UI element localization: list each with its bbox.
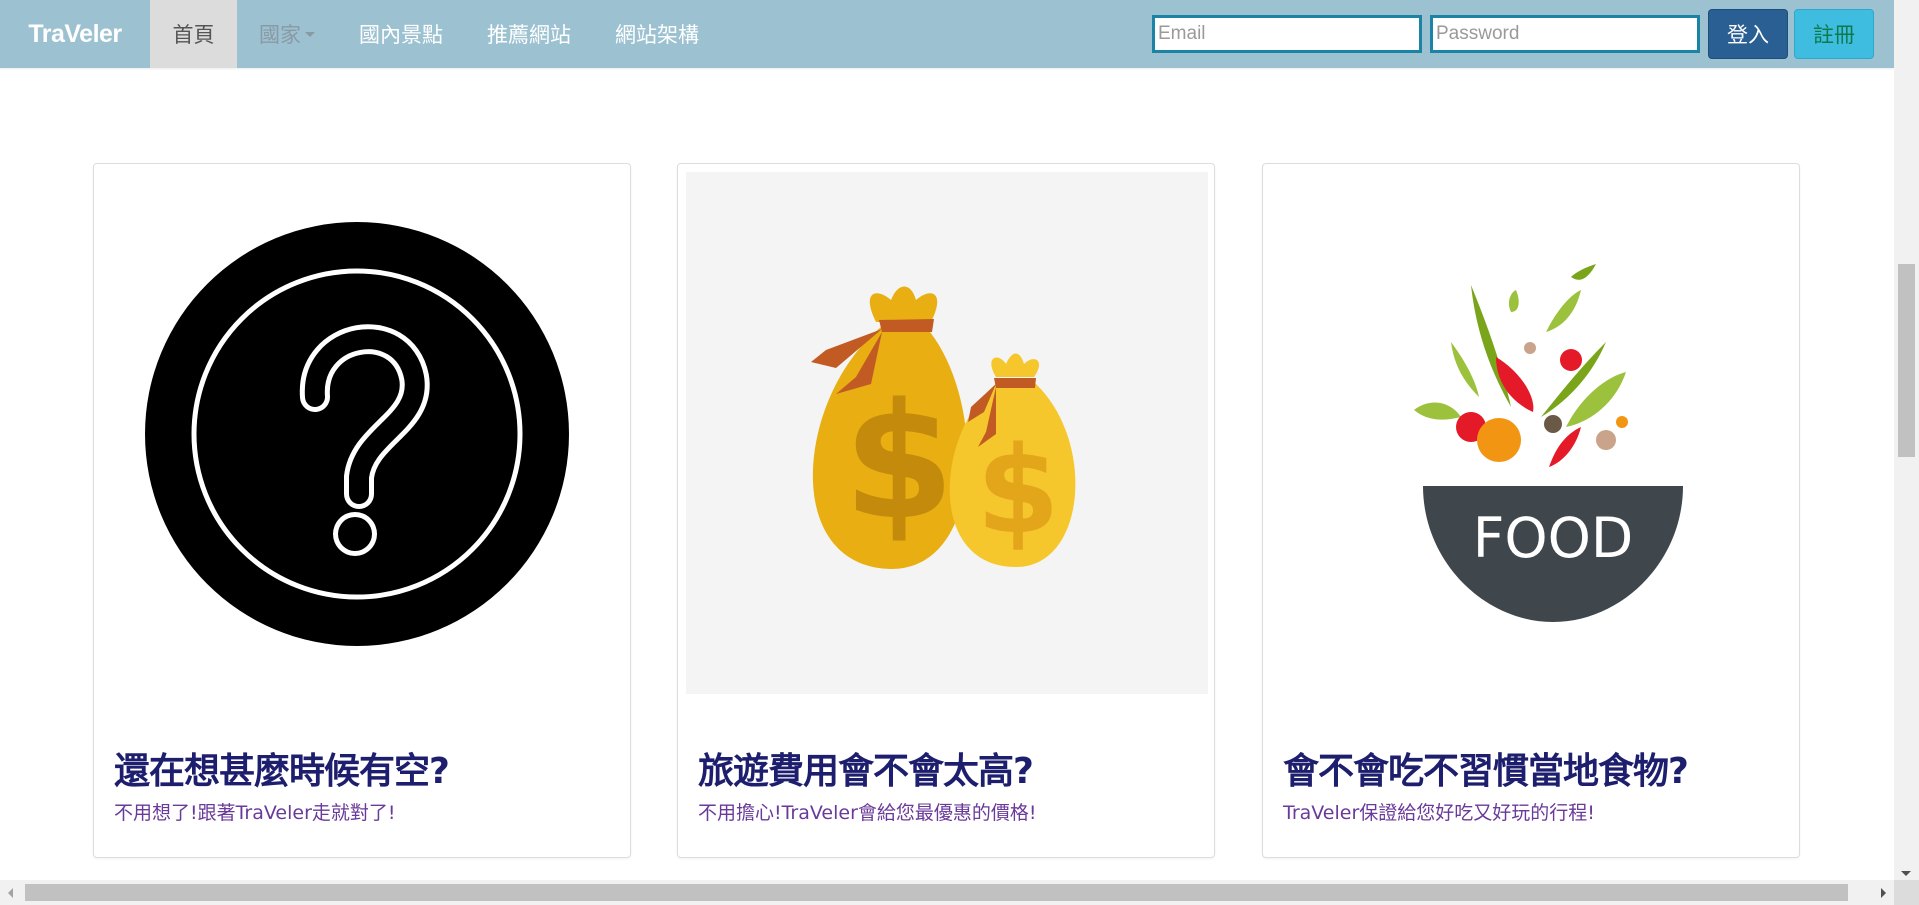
brand-logo[interactable]: TraVeler (0, 0, 150, 68)
card-title: 旅遊費用會不會太高? (698, 751, 1034, 792)
food-bowl-icon: FOOD (1271, 172, 1793, 694)
question-circle-icon (102, 172, 624, 694)
feature-card-time: 還在想甚麼時候有空? 不用想了!跟著TraVeler走就對了! (93, 163, 631, 858)
password-input[interactable] (1430, 15, 1700, 53)
scroll-left-arrow-icon[interactable] (8, 888, 13, 898)
nav-item-domestic-attractions[interactable]: 國內景點 (337, 0, 465, 68)
feature-card-food: FOOD 會不會吃不習慣當地食物? TraVeler保證給您好吃又好玩的行程! (1262, 163, 1800, 858)
svg-text:$: $ (976, 422, 1060, 561)
nav-item-home[interactable]: 首頁 (150, 0, 237, 68)
card-title: 會不會吃不習慣當地食物? (1283, 751, 1689, 792)
vertical-scrollbar-thumb[interactable] (1898, 264, 1915, 457)
scroll-down-arrow-icon[interactable] (1901, 871, 1911, 876)
email-input[interactable] (1152, 15, 1422, 53)
card-text: TraVeler保證給您好吃又好玩的行程! (1283, 802, 1595, 824)
nav-item-site-structure[interactable]: 網站架構 (593, 0, 721, 68)
card-text: 不用擔心!TraVeler會給您最優惠的價格! (698, 802, 1037, 824)
food-icon-label: FOOD (1473, 506, 1634, 570)
card-text: 不用想了!跟著TraVeler走就對了! (114, 802, 396, 824)
money-bags-icon: $ $ (686, 172, 1208, 694)
login-button[interactable]: 登入 (1708, 9, 1788, 59)
card-title: 還在想甚麼時候有空? (114, 751, 450, 792)
feature-card-price: $ $ 旅遊費用會不會太高? 不用擔心!TraVeler會給您最優惠的價格! (677, 163, 1215, 858)
nav-item-countries[interactable]: 國家 (237, 0, 337, 68)
scroll-right-arrow-icon[interactable] (1881, 888, 1886, 898)
svg-text:$: $ (843, 368, 954, 555)
login-form: 登入 註冊 (1152, 0, 1894, 68)
nav-item-countries-label: 國家 (259, 24, 301, 47)
caret-down-icon (305, 31, 315, 37)
horizontal-scrollbar[interactable] (0, 880, 1894, 905)
navbar: TraVeler 首頁 國家 國內景點 推薦網站 網站架構 登入 註冊 (0, 0, 1894, 68)
nav-item-recommended-sites[interactable]: 推薦網站 (465, 0, 593, 68)
register-button[interactable]: 註冊 (1794, 9, 1874, 59)
horizontal-scrollbar-thumb[interactable] (25, 884, 1848, 901)
scrollbar-corner (1894, 880, 1919, 905)
vertical-scrollbar[interactable] (1894, 0, 1919, 880)
